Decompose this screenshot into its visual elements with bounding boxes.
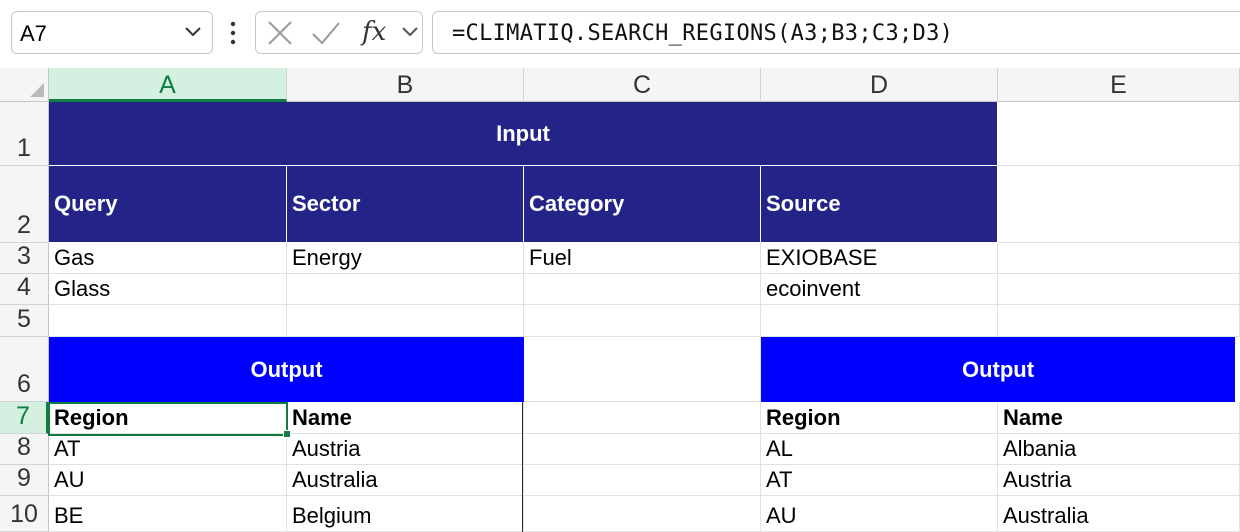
cell-a4[interactable]: Glass [49, 274, 287, 305]
cell-e4[interactable] [998, 274, 1240, 305]
cell-c7[interactable] [524, 402, 761, 434]
cell-c8[interactable] [524, 434, 761, 465]
cell-e5[interactable] [998, 305, 1240, 337]
cell-e7[interactable]: Name [998, 402, 1240, 434]
header-sector[interactable]: Sector [287, 166, 524, 243]
cell-c5[interactable] [524, 305, 761, 337]
cell-b8[interactable]: Austria [287, 434, 524, 465]
column-header-d[interactable]: D [761, 68, 998, 102]
cell-b5[interactable] [287, 305, 524, 337]
cell-b10[interactable]: Belgium [287, 496, 524, 532]
spreadsheet-grid: A B C D E 1 2 3 4 5 6 7 8 9 10 Input Que… [0, 0, 1240, 532]
cell-e2[interactable] [998, 166, 1240, 243]
cell-b9[interactable]: Australia [287, 465, 524, 496]
cell-a3[interactable]: Gas [49, 243, 287, 274]
output-title-left[interactable]: Output [49, 337, 524, 402]
cell-d7[interactable]: Region [761, 402, 998, 434]
cell-d9[interactable]: AT [761, 465, 998, 496]
row-header-9[interactable]: 9 [0, 464, 49, 496]
cell-e3[interactable] [998, 243, 1240, 274]
row-header-10[interactable]: 10 [0, 496, 49, 532]
cell-c3[interactable]: Fuel [524, 243, 761, 274]
column-header-e[interactable]: E [998, 68, 1240, 102]
cell-c4[interactable] [524, 274, 761, 305]
column-header-b[interactable]: B [287, 68, 524, 102]
cell-d8[interactable]: AL [761, 434, 998, 465]
row-header-7[interactable]: 7 [0, 402, 49, 434]
cell-e1[interactable] [998, 102, 1240, 166]
column-header-c[interactable]: C [524, 68, 761, 102]
cell-a10[interactable]: BE [49, 496, 287, 532]
cell-e8[interactable]: Albania [998, 434, 1240, 465]
output-title-right[interactable]: Output [761, 337, 1235, 402]
cell-d5[interactable] [761, 305, 998, 337]
row-header-6[interactable]: 6 [0, 337, 49, 402]
row-header-3[interactable]: 3 [0, 242, 49, 274]
header-category[interactable]: Category [524, 166, 761, 243]
row-header-8[interactable]: 8 [0, 433, 49, 465]
cell-d10[interactable]: AU [761, 496, 998, 532]
cell-c6[interactable] [524, 337, 761, 402]
row-header-4[interactable]: 4 [0, 273, 49, 305]
fill-handle[interactable] [283, 430, 291, 438]
input-title-cell[interactable]: Input [49, 102, 998, 166]
header-source[interactable]: Source [761, 166, 998, 243]
cell-e9[interactable]: Austria [998, 465, 1240, 496]
cell-a7[interactable]: Region [49, 402, 287, 434]
row-header-5[interactable]: 5 [0, 305, 49, 337]
cell-d3[interactable]: EXIOBASE [761, 243, 998, 274]
cell-b4[interactable] [287, 274, 524, 305]
cell-d4[interactable]: ecoinvent [761, 274, 998, 305]
cell-a5[interactable] [49, 305, 287, 337]
cell-c10[interactable] [524, 496, 761, 532]
cell-a8[interactable]: AT [49, 434, 287, 465]
cell-b7[interactable]: Name [287, 402, 524, 434]
row-header-2[interactable]: 2 [0, 166, 49, 243]
cell-c9[interactable] [524, 465, 761, 496]
select-all-corner[interactable] [0, 68, 49, 102]
column-header-a[interactable]: A [49, 68, 287, 102]
header-query[interactable]: Query [49, 166, 287, 243]
spill-range-border [522, 402, 523, 532]
cell-b3[interactable]: Energy [287, 243, 524, 274]
select-all-icon [30, 83, 44, 97]
cell-e10[interactable]: Australia [998, 496, 1240, 532]
row-header-1[interactable]: 1 [0, 102, 49, 166]
cell-a9[interactable]: AU [49, 465, 287, 496]
